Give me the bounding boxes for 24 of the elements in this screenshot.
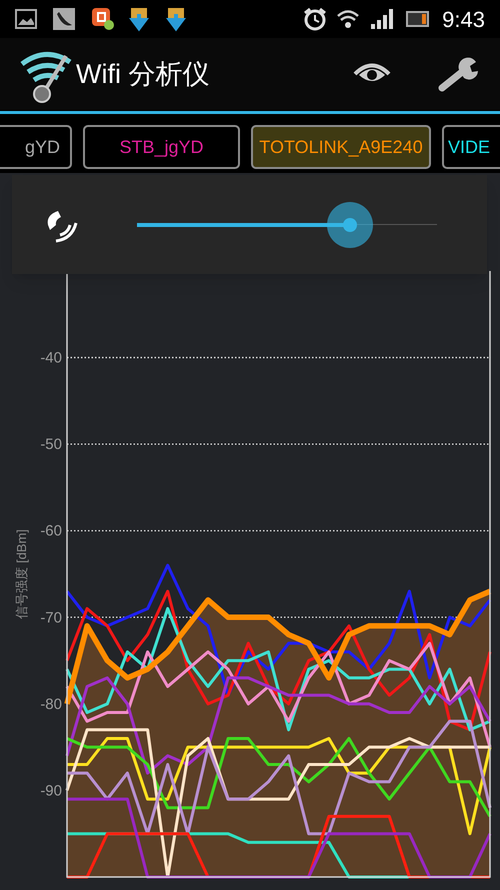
download-icon[interactable] (166, 6, 186, 32)
alarm-icon (302, 6, 328, 32)
tick-label: -50 (40, 436, 62, 454)
volume-slider[interactable] (137, 202, 437, 248)
network-tab[interactable]: VIDE (442, 125, 500, 169)
app-icon[interactable] (91, 7, 115, 31)
network-tab[interactable]: gYD (0, 125, 72, 169)
tick-label: -90 (40, 782, 62, 800)
signal-icon (370, 8, 394, 30)
gallery-icon[interactable] (15, 9, 37, 29)
network-tab[interactable]: STB_jgYD (83, 125, 240, 169)
battery-icon (406, 11, 430, 27)
tick-label: -80 (40, 696, 62, 713)
app-title: Wifi 分析仪 (76, 58, 210, 91)
axis-label: 信号强度 [dBm] (14, 529, 29, 619)
slider-thumb[interactable] (327, 202, 373, 248)
tick-label: -70 (40, 609, 62, 626)
download-icon[interactable] (129, 6, 149, 32)
clock-time: 9:43 (442, 6, 485, 34)
wifi-icon (336, 8, 360, 30)
tick-label: -60 (40, 522, 62, 540)
tick-label: -40 (40, 350, 62, 367)
network-tab[interactable]: TOTOLINK_A9E240 (251, 125, 431, 169)
wrench-icon[interactable] (436, 56, 480, 92)
